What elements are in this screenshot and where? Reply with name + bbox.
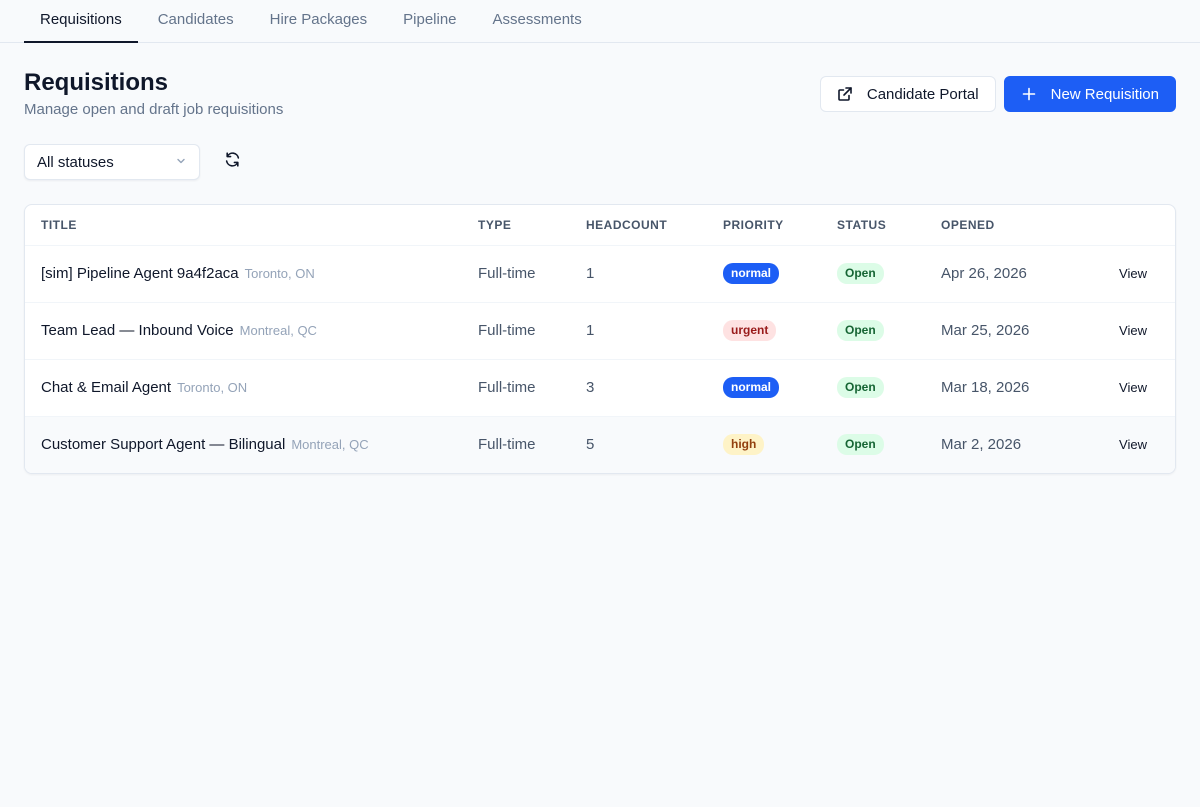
requisition-headcount: 3 — [570, 359, 707, 417]
table-row[interactable]: Customer Support Agent — Bilingual Montre… — [25, 416, 1175, 473]
requisition-opened: Apr 26, 2026 — [925, 245, 1075, 303]
requisition-priority-cell: normal — [707, 245, 821, 303]
status-filter-value: All statuses — [37, 153, 114, 171]
new-requisition-label: New Requisition — [1050, 85, 1159, 103]
requisitions-table: TITLE TYPE HEADCOUNT PRIORITY STATUS OPE… — [24, 204, 1176, 474]
requisition-title: Chat & Email Agent — [41, 379, 172, 396]
col-type: TYPE — [462, 205, 570, 246]
requisition-status-cell: Open — [821, 359, 925, 417]
status-badge: Open — [837, 263, 884, 284]
view-link[interactable]: View — [1075, 302, 1175, 360]
requisition-status-cell: Open — [821, 245, 925, 303]
table-row[interactable]: [sim] Pipeline Agent 9a4f2aca Toronto, ON… — [25, 245, 1175, 303]
requisition-status-cell: Open — [821, 302, 925, 360]
requisition-opened: Mar 25, 2026 — [925, 302, 1075, 360]
col-headcount: HEADCOUNT — [570, 205, 707, 246]
requisition-priority-cell: normal — [707, 359, 821, 417]
page-header: Requisitions Manage open and draft job r… — [0, 43, 1200, 118]
requisition-title-cell: Chat & Email Agent Toronto, ON — [25, 359, 462, 417]
filter-bar: All statuses — [0, 118, 1200, 180]
status-badge: Open — [837, 434, 884, 456]
table-row[interactable]: Chat & Email Agent Toronto, ON Full-time … — [25, 359, 1175, 417]
col-title: TITLE — [25, 205, 462, 246]
candidate-portal-button[interactable]: Candidate Portal — [819, 76, 996, 112]
table-header-row: TITLE TYPE HEADCOUNT PRIORITY STATUS OPE… — [25, 205, 1175, 246]
tab-candidates[interactable]: Candidates — [142, 0, 250, 43]
new-requisition-button[interactable]: New Requisition — [1003, 76, 1176, 112]
status-filter-select[interactable]: All statuses — [24, 144, 200, 180]
col-opened: OPENED — [925, 205, 1075, 246]
requisition-title: Team Lead — Inbound Voice — [41, 322, 234, 339]
view-link[interactable]: View — [1075, 359, 1175, 417]
requisition-opened: Mar 2, 2026 — [925, 416, 1075, 473]
requisition-location: Toronto, ON — [244, 266, 315, 281]
table-row[interactable]: Team Lead — Inbound Voice Montreal, QC Fu… — [25, 302, 1175, 360]
page-subtitle: Manage open and draft job requisitions — [24, 101, 284, 118]
priority-badge: normal — [723, 377, 780, 398]
tab-assessments[interactable]: Assessments — [477, 0, 598, 43]
requisition-type: Full-time — [462, 302, 570, 360]
requisition-type: Full-time — [462, 245, 570, 303]
refresh-button[interactable] — [220, 150, 244, 174]
top-tabs: Requisitions Candidates Hire Packages Pi… — [0, 0, 1200, 43]
requisition-title: Customer Support Agent — Bilingual — [41, 436, 286, 454]
status-badge: Open — [837, 377, 884, 398]
tab-pipeline[interactable]: Pipeline — [387, 0, 472, 43]
requisition-type: Full-time — [462, 416, 570, 473]
requisition-title-cell: [sim] Pipeline Agent 9a4f2aca Toronto, ON — [25, 245, 462, 303]
chevron-down-icon — [175, 154, 187, 171]
priority-badge: urgent — [723, 320, 777, 341]
title-block: Requisitions Manage open and draft job r… — [24, 69, 283, 118]
status-badge: Open — [837, 320, 884, 341]
requisition-headcount: 1 — [570, 245, 707, 303]
view-link[interactable]: View — [1075, 416, 1175, 473]
page-title: Requisitions — [24, 69, 169, 96]
external-link-icon — [837, 86, 853, 102]
tab-requisitions[interactable]: Requisitions — [24, 0, 138, 43]
candidate-portal-label: Candidate Portal — [866, 85, 979, 103]
requisition-status-cell: Open — [821, 416, 925, 473]
priority-badge: high — [723, 434, 765, 456]
requisition-title: [sim] Pipeline Agent 9a4f2aca — [41, 265, 239, 282]
requisition-location: Toronto, ON — [177, 380, 248, 395]
requisition-type: Full-time — [462, 359, 570, 417]
requisition-opened: Mar 18, 2026 — [925, 359, 1075, 417]
col-priority: PRIORITY — [707, 205, 821, 246]
col-actions — [1075, 205, 1175, 246]
priority-badge: normal — [723, 263, 780, 284]
refresh-icon — [224, 151, 241, 173]
tab-hire-packages[interactable]: Hire Packages — [254, 0, 384, 43]
requisition-headcount: 1 — [570, 302, 707, 360]
header-actions: Candidate Portal New Requisition — [819, 76, 1176, 112]
requisition-location: Montreal, QC — [291, 437, 369, 453]
view-link[interactable]: View — [1075, 245, 1175, 303]
requisition-headcount: 5 — [570, 416, 707, 473]
requisition-title-cell: Team Lead — Inbound Voice Montreal, QC — [25, 302, 462, 360]
col-status: STATUS — [821, 205, 925, 246]
plus-icon — [1021, 86, 1037, 102]
requisition-priority-cell: high — [707, 416, 821, 473]
requisition-priority-cell: urgent — [707, 302, 821, 360]
requisition-location: Montreal, QC — [239, 323, 317, 338]
requisition-title-cell: Customer Support Agent — Bilingual Montre… — [25, 416, 462, 473]
